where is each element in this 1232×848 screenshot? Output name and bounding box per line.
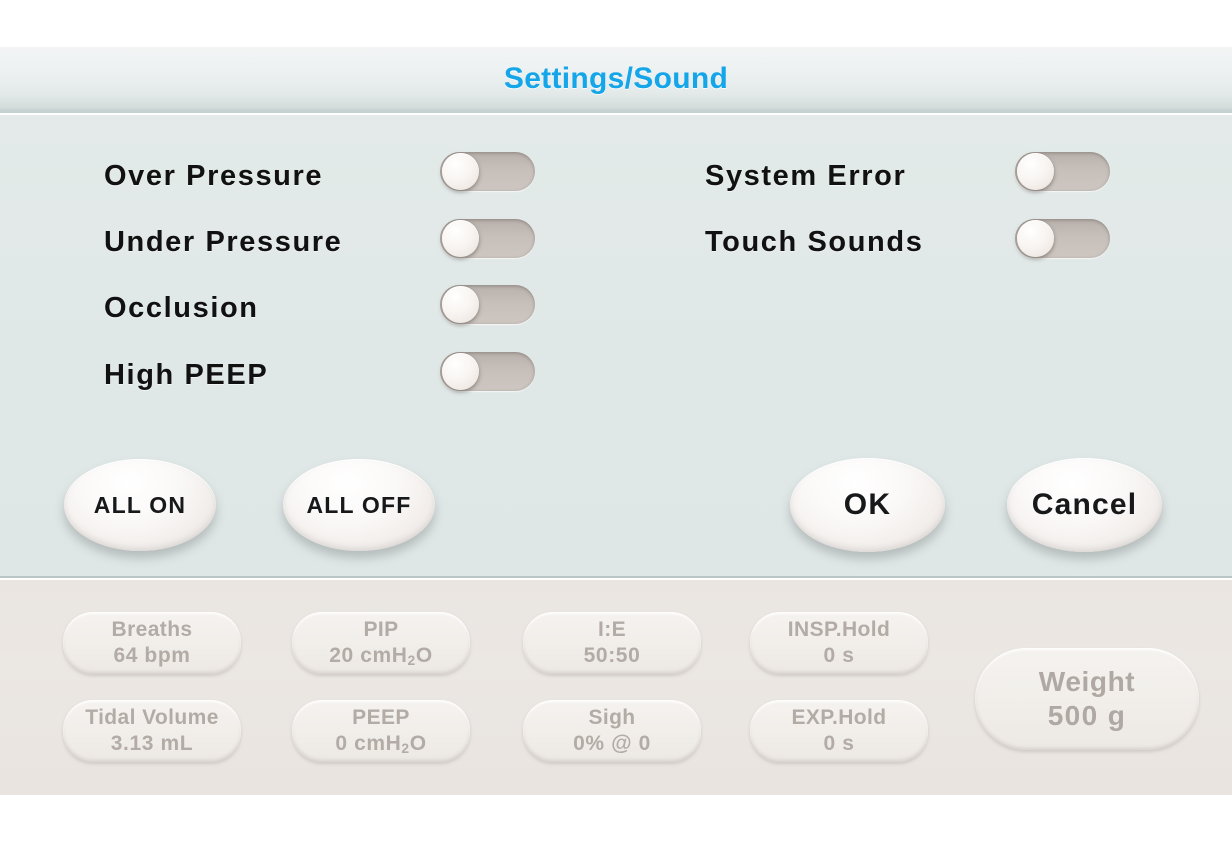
toggle-knob-icon <box>442 286 479 323</box>
toggle-high-peep[interactable] <box>440 352 535 391</box>
page-title: Settings/Sound <box>503 62 729 95</box>
param-pill-peep[interactable]: PEEP 0 cmH2O <box>292 700 470 762</box>
param-label: PEEP <box>352 706 410 730</box>
param-pill-exp-hold[interactable]: EXP.Hold 0 s <box>750 700 928 762</box>
param-label: Breaths <box>111 618 193 642</box>
all-off-button[interactable]: ALL OFF <box>283 459 435 551</box>
param-value: 0 cmH2O <box>335 731 427 756</box>
all-on-button[interactable]: ALL ON <box>64 459 216 551</box>
setting-label-occlusion: Occlusion <box>104 291 259 324</box>
param-label: Sigh <box>588 706 636 730</box>
setting-label-high-peep: High PEEP <box>104 358 269 391</box>
param-value: 0 s <box>823 732 855 755</box>
param-pill-tidal-volume[interactable]: Tidal Volume 3.13 mL <box>63 700 241 762</box>
param-value: 50:50 <box>583 644 641 667</box>
dialog-title-bar: Settings/Sound <box>0 47 1232 113</box>
param-value: 3.13 mL <box>110 732 194 755</box>
toggle-knob-icon <box>442 153 479 190</box>
toggle-over-pressure[interactable] <box>440 152 535 191</box>
param-value: 0% @ 0 <box>573 732 651 755</box>
settings-sound-panel: Over Pressure Under Pressure Occlusion H… <box>0 115 1232 578</box>
setting-label-system-error: System Error <box>705 159 907 192</box>
toggle-knob-icon <box>442 220 479 257</box>
toggle-system-error[interactable] <box>1015 152 1110 191</box>
param-label: Tidal Volume <box>85 706 219 730</box>
param-label: PIP <box>363 618 399 642</box>
param-pill-insp-hold[interactable]: INSP.Hold 0 s <box>750 612 928 674</box>
setting-label-touch-sounds: Touch Sounds <box>705 225 924 258</box>
toggle-knob-icon <box>1017 220 1054 257</box>
param-label: I:E <box>597 618 627 642</box>
param-value: 0 s <box>823 644 855 667</box>
ok-button[interactable]: OK <box>790 458 945 552</box>
setting-label-over-pressure: Over Pressure <box>104 159 324 192</box>
ventilator-status-bar: Breaths 64 bpm Tidal Volume 3.13 mL PIP … <box>0 580 1232 795</box>
setting-label-under-pressure: Under Pressure <box>104 225 343 258</box>
setting-row-touch-sounds: Touch Sounds <box>705 219 923 265</box>
setting-row-system-error: System Error <box>705 153 906 199</box>
param-label: Weight <box>1038 665 1136 697</box>
ventilator-screen: Settings/Sound Over Pressure Under Press… <box>0 0 1232 848</box>
toggle-knob-icon <box>1017 153 1054 190</box>
param-pill-pip[interactable]: PIP 20 cmH2O <box>292 612 470 674</box>
setting-row-high-peep: High PEEP <box>104 352 268 398</box>
param-pill-breaths[interactable]: Breaths 64 bpm <box>63 612 241 674</box>
param-value: 500 g <box>1047 700 1127 731</box>
toggle-touch-sounds[interactable] <box>1015 219 1110 258</box>
setting-row-under-pressure: Under Pressure <box>104 219 342 265</box>
toggle-knob-icon <box>442 353 479 390</box>
setting-row-over-pressure: Over Pressure <box>104 153 323 199</box>
cancel-button[interactable]: Cancel <box>1007 458 1162 552</box>
param-value: 64 bpm <box>113 644 191 667</box>
param-label: EXP.Hold <box>791 706 887 730</box>
param-value: 20 cmH2O <box>329 643 433 668</box>
setting-row-occlusion: Occlusion <box>104 285 259 331</box>
toggle-occlusion[interactable] <box>440 285 535 324</box>
param-pill-weight[interactable]: Weight 500 g <box>975 648 1199 750</box>
param-pill-sigh[interactable]: Sigh 0% @ 0 <box>523 700 701 762</box>
param-label: INSP.Hold <box>787 618 891 642</box>
param-pill-ie-ratio[interactable]: I:E 50:50 <box>523 612 701 674</box>
toggle-under-pressure[interactable] <box>440 219 535 258</box>
